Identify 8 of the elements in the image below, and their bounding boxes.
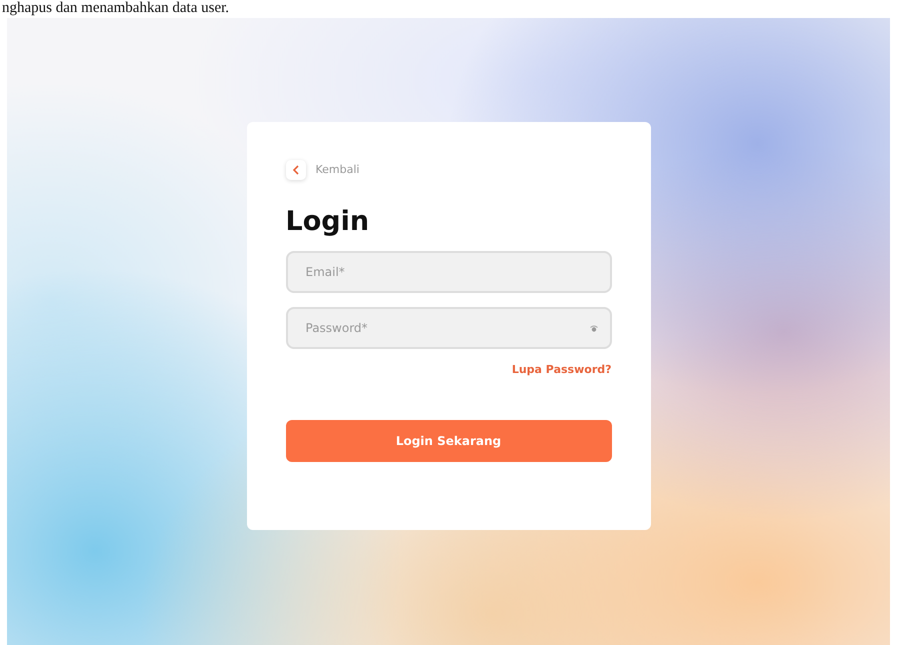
document-text: nghapus dan menambahkan data user.	[1, 0, 230, 18]
password-field[interactable]: Password*	[286, 306, 612, 348]
login-title: Login	[286, 208, 370, 234]
forgot-password-link[interactable]: Lupa Password?	[512, 362, 612, 376]
login-button[interactable]: Login Sekarang	[286, 420, 612, 462]
email-field[interactable]: Email*	[286, 250, 612, 292]
back-link[interactable]: Kembali	[286, 160, 360, 180]
eye-icon[interactable]	[590, 324, 598, 332]
